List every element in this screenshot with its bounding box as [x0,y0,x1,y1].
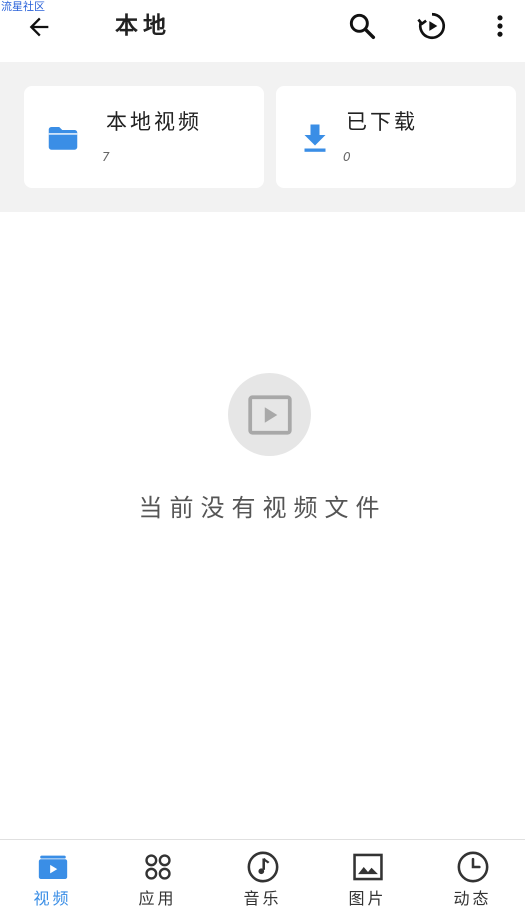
top-app-bar: 本地 [0,0,525,63]
category-cards-area: 本地视频 7 已下载 0 [0,62,525,212]
card-title: 已下载 [346,110,418,134]
nav-item-apps[interactable]: 应用 [105,840,210,915]
nav-item-music[interactable]: 音乐 [210,840,315,915]
nav-item-feed[interactable]: 动态 [420,840,525,915]
downloaded-card[interactable]: 已下载 0 [276,86,516,188]
card-icon-wrap [44,119,82,157]
nav-icon-wrap [246,850,280,884]
back-button[interactable] [20,8,58,46]
video-icon [38,855,67,880]
watermark-text: 流星社区 [1,0,45,13]
nav-label: 动态 [453,889,492,908]
image-icon [352,853,383,881]
download-icon [304,124,326,152]
nav-icon-wrap [456,850,490,884]
empty-state-badge [228,373,311,456]
back-arrow-icon [29,17,49,37]
nav-icon-wrap [351,850,385,884]
folder-icon [48,127,78,150]
app-root: 流星社区 本地 本地视频 7 已下载 0 当前没有视频文件 视频 应用 音乐 图… [0,0,525,915]
nav-label: 图片 [348,889,387,908]
clock-icon [457,851,488,883]
bottom-navigation: 视频 应用 音乐 图片 动态 [0,839,525,915]
nav-label: 视频 [33,889,72,908]
video-play-icon [247,394,292,435]
more-options-button[interactable] [481,7,519,45]
nav-icon-wrap [141,850,175,884]
play-history-button[interactable] [413,7,451,45]
music-icon [247,851,278,883]
nav-item-images[interactable]: 图片 [315,840,420,915]
search-icon [349,13,376,40]
card-title: 本地视频 [106,110,202,134]
apps-icon [144,854,171,880]
empty-state-message: 当前没有视频文件 [138,494,387,522]
nav-label: 应用 [138,889,177,908]
card-icon-wrap [296,119,334,157]
history-play-icon [417,12,445,40]
more-vert-icon [497,15,503,37]
card-count: 7 [102,150,110,164]
nav-icon-wrap [36,850,70,884]
nav-item-video[interactable]: 视频 [0,840,105,915]
page-title: 本地 [115,13,171,39]
card-count: 0 [343,150,351,164]
local-videos-card[interactable]: 本地视频 7 [24,86,264,188]
nav-label: 音乐 [243,889,282,908]
search-button[interactable] [343,7,381,45]
